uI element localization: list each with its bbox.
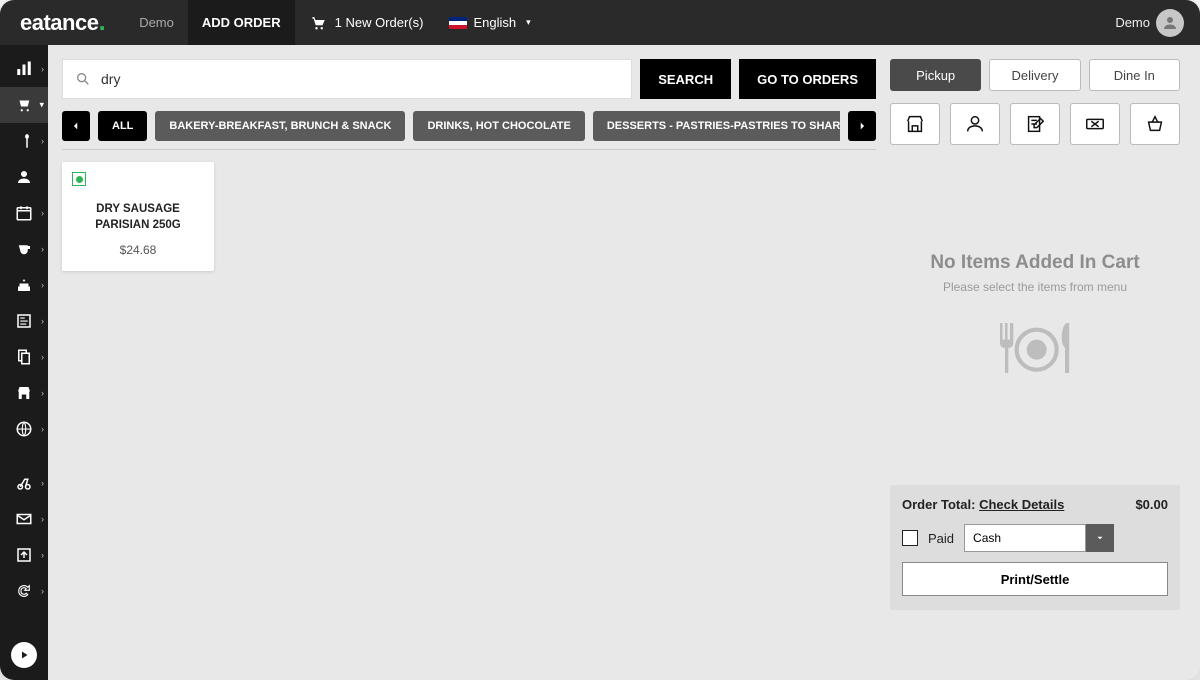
plate-icon [985,312,1085,389]
category-label: BAKERY-BREAKFAST, BRUNCH & SNACK [169,120,391,132]
sidebar-analytics[interactable]: › [0,51,48,87]
payment-method-toggle[interactable] [1086,524,1114,552]
veg-icon [72,172,86,186]
sidebar-cup[interactable]: › [0,231,48,267]
nav-demo-label: Demo [139,15,174,30]
scrollbar[interactable] [1186,4,1194,676]
language-selector[interactable]: English ▾ [437,15,542,30]
print-settle-button[interactable]: Print/Settle [902,562,1168,596]
order-totals: Order Total: Check Details $0.00 Paid Ca… [890,485,1180,610]
order-type-tabs: Pickup Delivery Dine In [890,59,1180,91]
search-icon [75,71,91,87]
cart-empty-state: No Items Added In Cart Please select the… [890,155,1180,485]
order-total-amount: $0.00 [1135,497,1168,512]
chevron-down-icon [1095,533,1105,543]
category-bakery[interactable]: BAKERY-BREAKFAST, BRUNCH & SNACK [155,111,405,141]
sidebar-users[interactable] [0,159,48,195]
person-icon [964,113,986,135]
category-drinks[interactable]: DRINKS, HOT CHOCOLATE [413,111,584,141]
new-orders-label: 1 New Order(s) [335,15,424,30]
action-store[interactable] [890,103,940,145]
action-note[interactable] [1010,103,1060,145]
go-to-orders-button[interactable]: GO TO ORDERS [739,59,876,99]
sidebar-play[interactable] [0,637,48,673]
search-input[interactable] [101,71,619,87]
store-icon [904,113,926,135]
category-label: DESSERTS - PASTRIES-PASTRIES TO SHARE [607,120,840,132]
sidebar-mail[interactable]: › [0,501,48,537]
play-icon [18,649,30,661]
language-label: English [473,15,516,30]
sidebar-cake[interactable]: › [0,267,48,303]
sidebar-refresh[interactable]: › [0,573,48,609]
flag-icon [449,17,467,29]
sidebar-globe[interactable]: › [0,411,48,447]
nav-demo[interactable]: Demo [125,0,188,45]
sidebar-docs[interactable]: › [0,339,48,375]
user-label: Demo [1115,15,1150,30]
cart-icon [309,14,327,32]
user-icon [1161,14,1179,32]
category-all[interactable]: ALL [98,111,147,141]
category-bar: ALL BAKERY-BREAKFAST, BRUNCH & SNACK DRI… [62,111,876,141]
category-next[interactable] [848,111,876,141]
tab-dinein[interactable]: Dine In [1089,59,1180,91]
sidebar-receipt[interactable]: › [0,303,48,339]
category-prev[interactable] [62,111,90,141]
search-box [62,59,632,99]
brand-text: eatance [20,10,98,36]
sidebar: › ▾ › › › › › › › › › › › › [0,45,48,680]
nav-add-order-label: ADD ORDER [202,15,281,30]
sidebar-calendar[interactable]: › [0,195,48,231]
tab-label: Pickup [916,68,955,83]
search-button[interactable]: SEARCH [640,59,731,99]
tab-delivery[interactable]: Delivery [989,59,1080,91]
category-desserts[interactable]: DESSERTS - PASTRIES-PASTRIES TO SHARE [593,111,840,141]
paid-checkbox[interactable] [902,530,918,546]
category-label: DRINKS, HOT CHOCOLATE [427,120,570,132]
nav-new-orders[interactable]: 1 New Order(s) [295,14,438,32]
nav-add-order[interactable]: ADD ORDER [188,0,295,45]
paid-label: Paid [928,531,954,546]
action-discount[interactable] [1070,103,1120,145]
divider [62,149,876,150]
tab-label: Dine In [1114,68,1155,83]
basket-icon [1144,113,1166,135]
sidebar-export[interactable]: › [0,537,48,573]
brand-logo[interactable]: eatance. [0,10,125,36]
action-basket[interactable] [1130,103,1180,145]
cart-empty-sub: Please select the items from menu [943,280,1127,294]
cart-empty-title: No Items Added In Cart [930,252,1139,274]
sidebar-delivery[interactable]: › [0,465,48,501]
avatar[interactable] [1156,9,1184,37]
topbar: eatance. Demo ADD ORDER 1 New Order(s) E… [0,0,1200,45]
order-total-label: Order Total: [902,497,975,512]
action-customer[interactable] [950,103,1000,145]
tab-pickup[interactable]: Pickup [890,59,981,91]
payment-method-value: Cash [964,524,1086,552]
discount-icon [1084,113,1106,135]
product-card[interactable]: DRY SAUSAGE PARISIAN 250G $24.68 [62,162,214,271]
product-price: $24.68 [72,243,204,257]
chevron-down-icon: ▾ [526,17,531,28]
category-label: ALL [112,120,133,132]
payment-method-select[interactable]: Cash [964,524,1114,552]
check-details-link[interactable]: Check Details [979,497,1064,512]
product-name: DRY SAUSAGE PARISIAN 250G [72,202,204,233]
sidebar-orders[interactable]: ▾ [0,87,48,123]
sidebar-menu[interactable]: › [0,123,48,159]
tab-label: Delivery [1012,68,1059,83]
sidebar-store[interactable]: › [0,375,48,411]
note-icon [1024,113,1046,135]
